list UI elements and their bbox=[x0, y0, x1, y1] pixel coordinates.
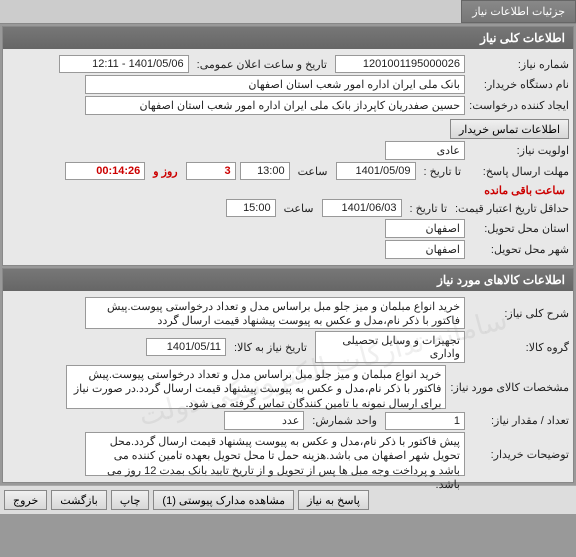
label-resp-deadline: مهلت ارسال پاسخ: bbox=[469, 165, 569, 178]
button-bar: پاسخ به نیاز مشاهده مدارک پیوستی (1) چاپ… bbox=[0, 485, 576, 514]
respond-button[interactable]: پاسخ به نیاز bbox=[298, 490, 369, 510]
panel-goods: اطلاعات کالاهای مورد نیاز سامانه تدارکات… bbox=[2, 268, 574, 483]
field-resp-date: 1401/05/09 bbox=[336, 162, 416, 180]
field-pub-date: 1401/05/06 - 12:11 bbox=[59, 55, 189, 73]
label-buyer-note: توضیحات خریدار: bbox=[469, 448, 569, 461]
label-unit: واحد شمارش: bbox=[308, 414, 381, 427]
field-group: تجهیزات و وسایل تحصیلی واداری bbox=[315, 331, 465, 363]
label-req-no: شماره نیاز: bbox=[469, 58, 569, 71]
field-qty: 1 bbox=[385, 412, 465, 430]
label-need-date: تاریخ نیاز به کالا: bbox=[230, 341, 311, 354]
field-time-remain: 00:14:26 bbox=[65, 162, 145, 180]
field-price-valid-time: 15:00 bbox=[226, 199, 276, 217]
panel-goods-header: اطلاعات کالاهای مورد نیاز bbox=[3, 269, 573, 291]
label-creator: ایجاد کننده درخواست: bbox=[469, 99, 569, 112]
label-city: شهر محل تحویل: bbox=[469, 243, 569, 256]
attachments-button[interactable]: مشاهده مدارک پیوستی (1) bbox=[153, 490, 294, 510]
label-time-2: ساعت bbox=[280, 202, 318, 215]
field-priority: عادی bbox=[385, 141, 465, 160]
label-priority: اولویت نیاز: bbox=[469, 144, 569, 157]
tab-bar: جزئیات اطلاعات نیاز bbox=[0, 0, 576, 24]
field-buyer-note: پیش فاکتور با ذکر نام،مدل و عکس به پیوست… bbox=[85, 432, 465, 476]
field-creator: حسین صفدریان کاپرداز بانک ملی ایران ادار… bbox=[85, 96, 465, 115]
label-province: استان محل تحویل: bbox=[469, 222, 569, 235]
field-need-date: 1401/05/11 bbox=[146, 338, 226, 356]
label-price-valid: حداقل تاریخ اعتبار قیمت: bbox=[455, 202, 569, 215]
contact-button[interactable]: اطلاعات تماس خریدار bbox=[450, 119, 569, 139]
panel-general-header: اطلاعات کلی نیاز bbox=[3, 27, 573, 49]
label-time-post: ساعت باقی مانده bbox=[480, 184, 569, 197]
label-time-1: ساعت bbox=[294, 165, 332, 178]
label-pub-date: تاریخ و ساعت اعلان عمومی: bbox=[193, 58, 331, 71]
label-to-date-1: تا تاریخ : bbox=[420, 165, 465, 178]
field-desc: خرید انواع مبلمان و میز جلو مبل براساس م… bbox=[85, 297, 465, 329]
label-group: گروه کالا: bbox=[469, 341, 569, 354]
field-price-valid-date: 1401/06/03 bbox=[322, 199, 402, 217]
print-button[interactable]: چاپ bbox=[111, 490, 150, 510]
field-province: اصفهان bbox=[385, 219, 465, 238]
exit-button[interactable]: خروج bbox=[4, 490, 47, 510]
field-req-no: 1201001195000026 bbox=[335, 55, 465, 73]
back-button[interactable]: بازگشت bbox=[51, 490, 107, 510]
panel-general: اطلاعات کلی نیاز شماره نیاز: 12010011950… bbox=[2, 26, 574, 266]
field-spec: خرید انواع مبلمان و میز جلو مبل براساس م… bbox=[66, 365, 446, 409]
label-buyer: نام دستگاه خریدار: bbox=[469, 78, 569, 91]
label-days-post: روز و bbox=[149, 165, 181, 178]
field-unit: عدد bbox=[224, 411, 304, 430]
label-spec: مشخصات کالای مورد نیاز: bbox=[450, 381, 569, 394]
label-to-date-2: تا تاریخ : bbox=[406, 202, 451, 215]
field-resp-time: 13:00 bbox=[240, 162, 290, 180]
tab-details[interactable]: جزئیات اطلاعات نیاز bbox=[461, 0, 576, 23]
field-days-remain: 3 bbox=[186, 162, 236, 180]
label-desc: شرح کلی نیاز: bbox=[469, 307, 569, 320]
label-qty: تعداد / مقدار نیاز: bbox=[469, 414, 569, 427]
field-city: اصفهان bbox=[385, 240, 465, 259]
field-buyer: بانک ملی ایران اداره امور شعب استان اصفه… bbox=[85, 75, 465, 94]
